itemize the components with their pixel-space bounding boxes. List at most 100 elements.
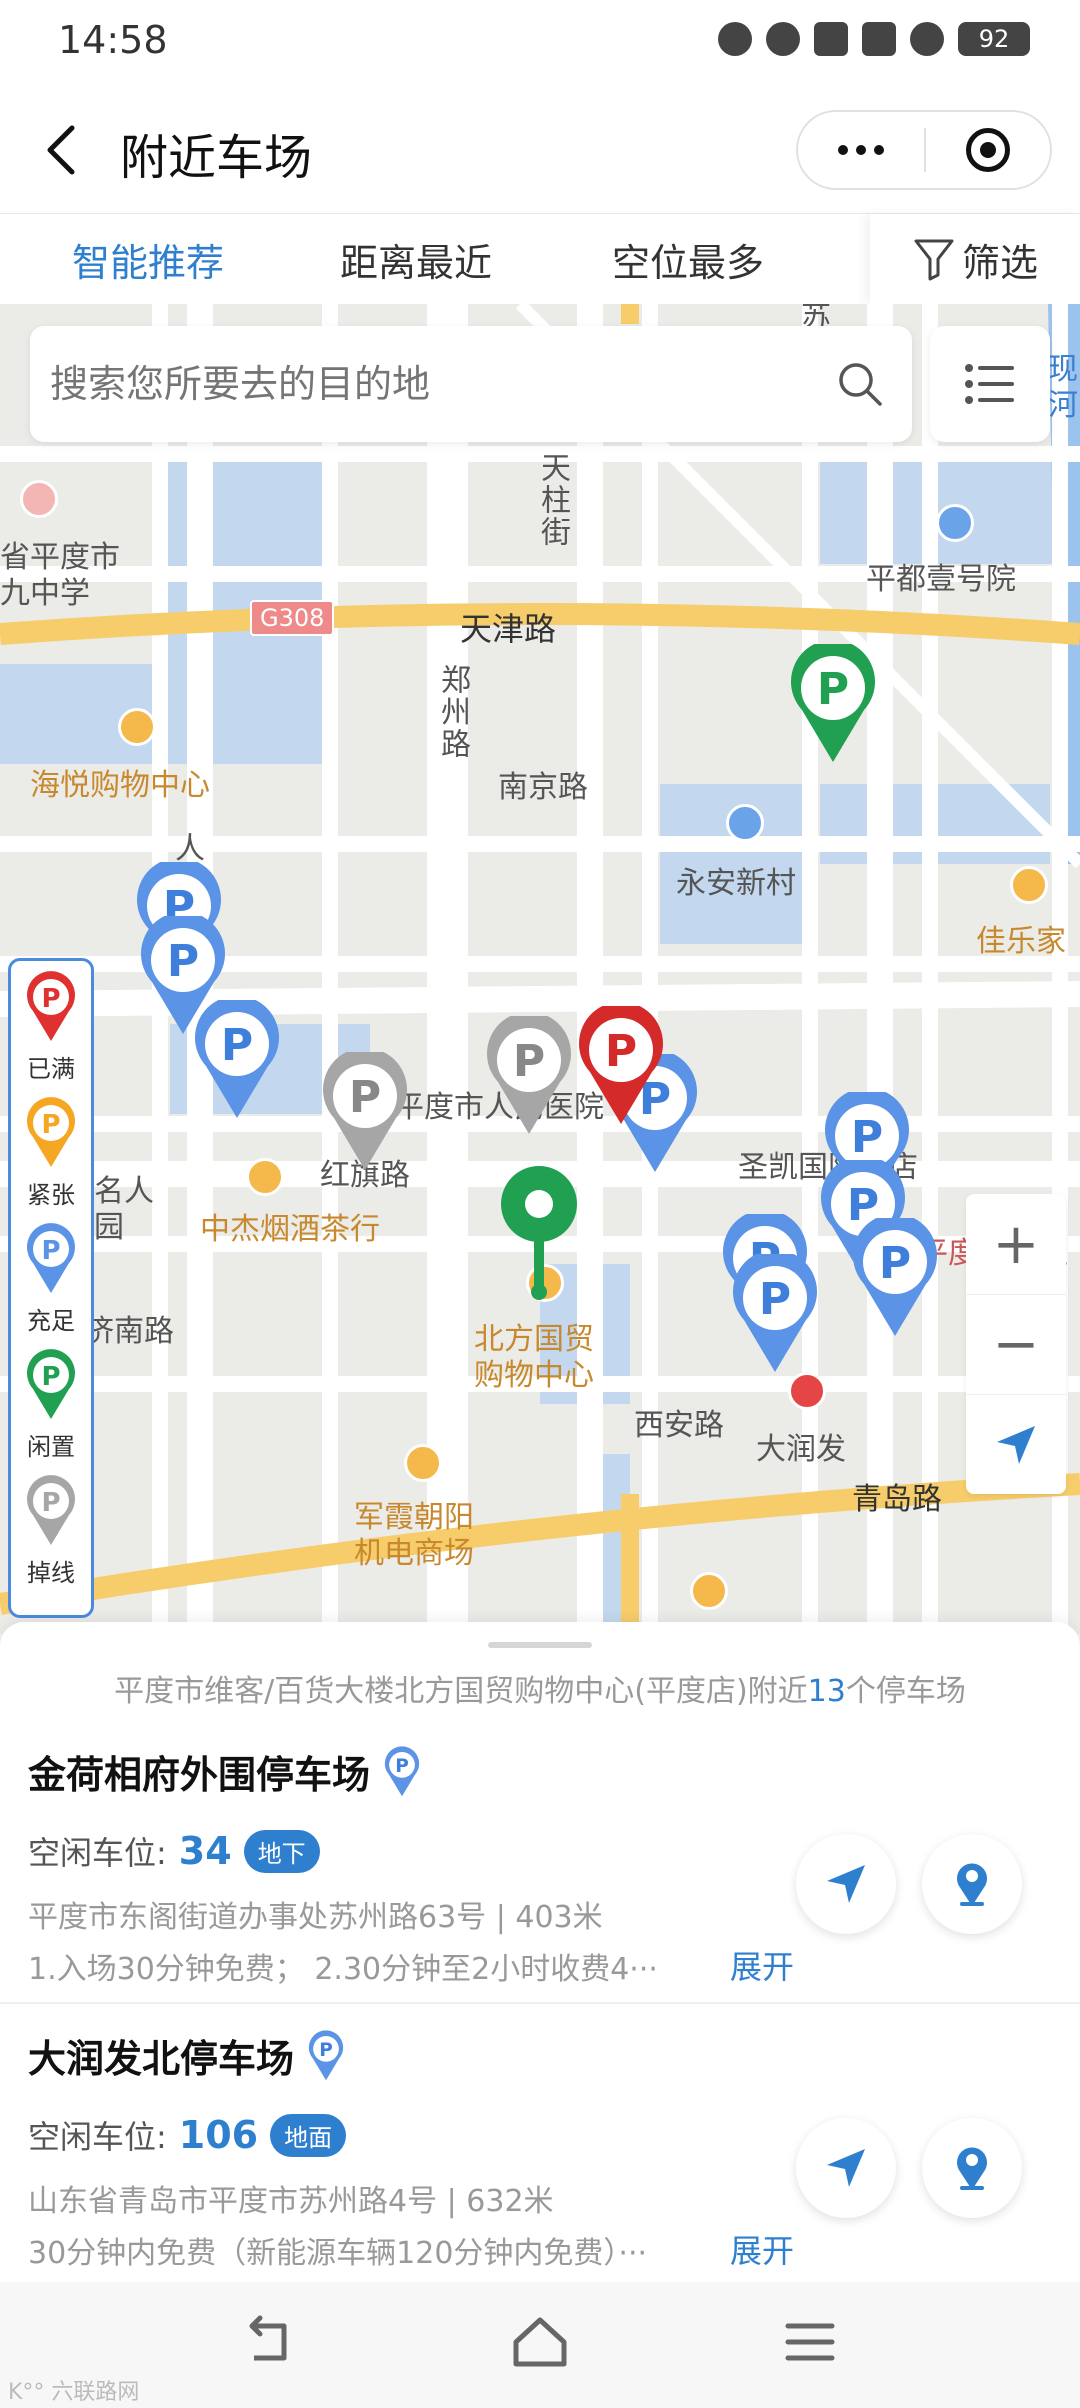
shop-icon — [404, 1444, 442, 1482]
parking-lot-card[interactable]: 大润发北停车场 P 空闲车位: 106 地面 山东省青岛市平度市苏州路4号 | … — [0, 2004, 1080, 2288]
expand-link[interactable]: 展开 — [730, 2226, 794, 2272]
label-tianzhu-street: 天柱街 — [535, 452, 570, 548]
label-zhengzhou-road: 郑州路 — [435, 664, 470, 760]
hd-icon — [814, 22, 848, 56]
offline-pin-icon: P — [27, 1475, 75, 1545]
menu-nav-icon[interactable] — [780, 2312, 840, 2372]
results-count: 13 — [807, 1674, 846, 1709]
parking-pin-ample[interactable]: P — [190, 1000, 284, 1120]
svg-text:P: P — [817, 664, 849, 715]
label-pingdu-no9-b: 九中学 — [0, 576, 90, 611]
lot-address: 平度市东阁街道办事处苏州路63号 | 403米 — [28, 1900, 603, 1935]
navigate-button[interactable] — [796, 1834, 896, 1934]
close-miniprogram-button[interactable] — [926, 112, 1050, 188]
home-icon — [726, 804, 764, 842]
status-bar: 14:58 92 — [0, 0, 1080, 86]
alarm-icon — [718, 22, 752, 56]
svg-text:P: P — [41, 984, 60, 1014]
search-icon[interactable] — [834, 358, 886, 410]
available-count: 106 — [178, 2113, 259, 2157]
back-nav-icon[interactable] — [240, 2312, 300, 2372]
lot-fee: 30分钟内免费（新能源车辆120分钟内免费）··· — [28, 2236, 648, 2271]
shopping-icon — [1010, 866, 1048, 904]
plus-icon: + — [992, 1211, 1040, 1277]
svg-text:P: P — [319, 2040, 333, 2061]
locate-on-map-button[interactable] — [922, 2118, 1022, 2218]
status-legend: P 已满 P 紧张 P 充足 P 闲置 P 掉线 — [8, 958, 94, 1618]
svg-text:P: P — [41, 1488, 60, 1518]
locate-on-map-button[interactable] — [922, 1834, 1022, 1934]
label-junxia-2: 机电商场 — [354, 1536, 474, 1571]
available-label: 空闲车位: — [28, 2118, 167, 2156]
legend-offline: P 掉线 — [11, 1475, 91, 1588]
list-view-button[interactable] — [930, 326, 1050, 442]
svg-text:P: P — [513, 1036, 545, 1087]
destination-marker — [501, 1166, 577, 1300]
svg-text:P: P — [41, 1236, 60, 1266]
home-nav-icon[interactable] — [510, 2312, 570, 2372]
full-pin-icon: P — [27, 971, 75, 1041]
results-summary: 平度市维客/百货大楼北方国贸购物中心(平度店)附近13个停车场 — [114, 1674, 966, 1709]
parking-lot-card[interactable]: 金荷相府外围停车场 P 空闲车位: 34 地下 平度市东阁街道办事处苏州路63号… — [0, 1720, 1080, 2004]
parking-pin-full[interactable]: P — [574, 1006, 668, 1126]
navigate-arrow-icon — [827, 2149, 865, 2187]
parking-pin-offline[interactable]: P — [318, 1052, 412, 1172]
svg-text:P: P — [41, 1110, 60, 1140]
lot-name: 大润发北停车场 — [28, 2037, 295, 2081]
legend-full: P 已满 — [11, 971, 91, 1084]
signal-icon — [862, 22, 896, 56]
svg-text:P: P — [879, 1238, 911, 1289]
back-icon[interactable] — [38, 120, 88, 180]
map-controls: + − — [966, 1194, 1066, 1494]
zoom-out-button[interactable]: − — [966, 1294, 1066, 1394]
label-darunfa: 大润发 — [756, 1432, 846, 1467]
svg-text:P: P — [605, 1026, 637, 1077]
available-label: 空闲车位: — [28, 1834, 167, 1872]
filter-button[interactable]: 筛选 — [870, 214, 1080, 304]
parking-pin-ample[interactable]: P — [848, 1218, 942, 1338]
map-view[interactable]: G308 天津路 天柱街 郑州路 南京路 省平度市 九中学 平都壹号院 海悦购物… — [0, 304, 1080, 1634]
label-jiale: 佳乐家 — [976, 924, 1066, 959]
location-icon — [766, 22, 800, 56]
svg-text:P: P — [167, 936, 199, 987]
school-icon — [20, 480, 58, 518]
expand-link[interactable]: 展开 — [730, 1942, 794, 1988]
label-nanjing-road: 南京路 — [498, 770, 588, 805]
label-qingdao-road: 青岛路 — [852, 1482, 942, 1517]
search-input[interactable] — [50, 326, 830, 442]
svg-text:P: P — [349, 1072, 381, 1123]
more-icon — [838, 145, 884, 155]
parking-list-sheet: 平度市维客/百货大楼北方国贸购物中心(平度店)附近13个停车场 金荷相府外围停车… — [0, 1622, 1080, 2288]
svg-text:P: P — [221, 1020, 253, 1071]
legend-idle: P 闲置 — [11, 1349, 91, 1462]
tab-most-spaces[interactable]: 空位最多 — [612, 232, 764, 287]
lot-name: 金荷相府外围停车场 — [28, 1753, 371, 1797]
tab-smart-recommend[interactable]: 智能推荐 — [72, 232, 224, 287]
tab-nearest[interactable]: 距离最近 — [340, 232, 492, 287]
label-yongan: 永安新村 — [676, 866, 796, 901]
more-button[interactable] — [798, 112, 924, 188]
miniprogram-capsule — [796, 110, 1052, 190]
target-icon — [965, 128, 1010, 172]
system-nav-bar — [0, 2282, 1080, 2408]
parking-pin-offline[interactable]: P — [482, 1016, 576, 1136]
navigate-arrow-icon — [827, 1865, 865, 1903]
ample-pin-icon: P — [27, 1223, 75, 1293]
nav-bar: 附近车场 — [0, 86, 1080, 214]
label-tianjin-road: 天津路 — [460, 610, 557, 648]
g308-shield: G308 — [250, 600, 335, 636]
parking-pin-ample[interactable]: P — [728, 1254, 822, 1374]
navigate-arrow-icon — [997, 1425, 1035, 1464]
parking-pin-idle[interactable]: P — [786, 644, 880, 764]
sheet-drag-handle[interactable] — [488, 1642, 592, 1648]
map-pin-icon — [957, 2147, 987, 2190]
available-count: 34 — [178, 1829, 232, 1873]
locate-button[interactable] — [966, 1394, 1066, 1494]
filter-label: 筛选 — [961, 240, 1038, 285]
label-zhongjie: 中杰烟酒茶行 — [200, 1212, 380, 1247]
map-pin-icon — [957, 1863, 987, 1906]
zoom-in-button[interactable]: + — [966, 1194, 1066, 1294]
navigate-button[interactable] — [796, 2118, 896, 2218]
svg-text:P: P — [851, 1112, 883, 1163]
idle-pin-icon: P — [27, 1349, 75, 1419]
